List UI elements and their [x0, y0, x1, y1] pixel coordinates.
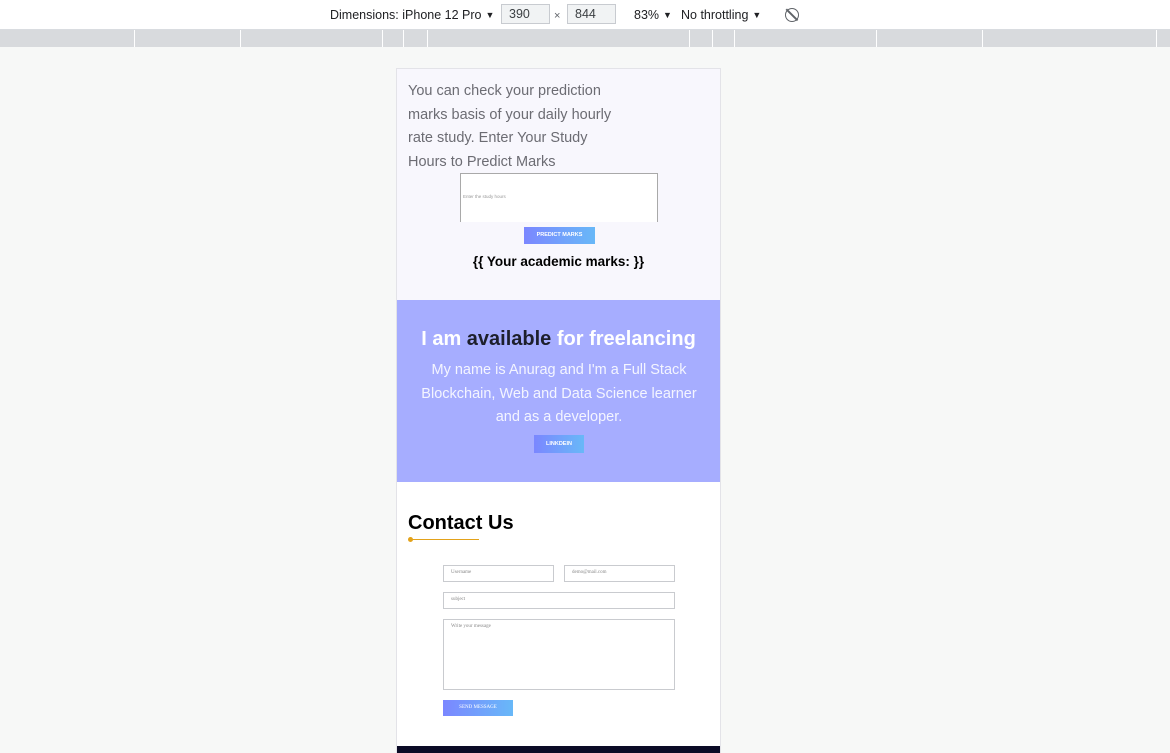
study-hours-placeholder: Enter the study hours — [463, 194, 506, 199]
media-query-tick — [876, 30, 877, 47]
dimensions-dropdown[interactable]: Dimensions: iPhone 12 Pro ▼ — [330, 8, 494, 23]
subject-field[interactable]: subject — [443, 592, 675, 609]
chevron-down-icon: ▼ — [752, 10, 762, 20]
title-underline-dot — [408, 537, 413, 542]
footer — [397, 746, 720, 753]
media-query-bar[interactable] — [0, 30, 1170, 47]
media-query-tick — [982, 30, 983, 47]
contact-title: Contact Us — [408, 512, 514, 534]
media-query-tick — [1156, 30, 1157, 47]
media-query-tick — [382, 30, 383, 47]
rotate-icon[interactable] — [785, 8, 799, 22]
email-placeholder: demo@mail.com — [572, 570, 607, 575]
throttling-label: No throttling — [681, 8, 749, 22]
predict-section: You can check your prediction marks basi… — [397, 69, 720, 300]
linkedin-button[interactable]: LINKDEIN — [534, 435, 584, 453]
media-query-tick — [734, 30, 735, 47]
predict-description: You can check your prediction marks basi… — [408, 83, 612, 170]
dimensions-label: Dimensions: iPhone 12 Pro — [330, 8, 482, 22]
title-prefix: I am — [421, 328, 462, 350]
throttling-dropdown[interactable]: No throttling ▼ — [681, 8, 761, 23]
title-highlight: available — [466, 328, 552, 350]
message-field[interactable]: Write your message — [443, 619, 675, 690]
freelance-description: My name is Anurag and I'm a Full Stack B… — [421, 362, 697, 425]
predict-marks-button[interactable]: PREDICT MARKS — [524, 227, 595, 244]
freelance-section: I am available for freelancing My name i… — [397, 300, 720, 482]
media-query-tick — [134, 30, 135, 47]
send-message-button[interactable]: SEND MESSAGE — [443, 700, 513, 716]
media-query-tick — [689, 30, 690, 47]
title-underline — [410, 539, 479, 540]
chevron-down-icon: ▼ — [663, 10, 672, 20]
study-hours-input[interactable]: Enter the study hours — [460, 173, 658, 222]
devtools-device-toolbar: Dimensions: iPhone 12 Pro ▼ 390 × 844 83%… — [0, 0, 1170, 30]
media-query-tick — [403, 30, 404, 47]
subject-placeholder: subject — [451, 597, 466, 602]
freelance-title: I am available for freelancing — [397, 328, 720, 351]
media-query-tick — [240, 30, 241, 47]
name-placeholder: Username — [451, 570, 472, 575]
media-query-tick — [427, 30, 428, 47]
media-query-tick — [712, 30, 713, 47]
name-field[interactable]: Username — [443, 565, 554, 582]
width-input[interactable]: 390 — [501, 4, 550, 24]
device-viewport: You can check your prediction marks basi… — [396, 68, 721, 753]
title-suffix: for freelancing — [556, 328, 696, 350]
message-placeholder: Write your message — [451, 624, 491, 629]
chevron-down-icon: ▼ — [485, 10, 495, 20]
contact-section: Contact Us Username demo@mail.com subjec… — [397, 482, 720, 746]
height-input[interactable]: 844 — [567, 4, 616, 24]
marks-result-text: {{ Your academic marks: }} — [472, 254, 645, 269]
zoom-label: 83% — [634, 8, 660, 22]
email-field[interactable]: demo@mail.com — [564, 565, 675, 582]
times-separator: × — [554, 10, 561, 22]
zoom-dropdown[interactable]: 83% ▼ — [634, 8, 672, 23]
